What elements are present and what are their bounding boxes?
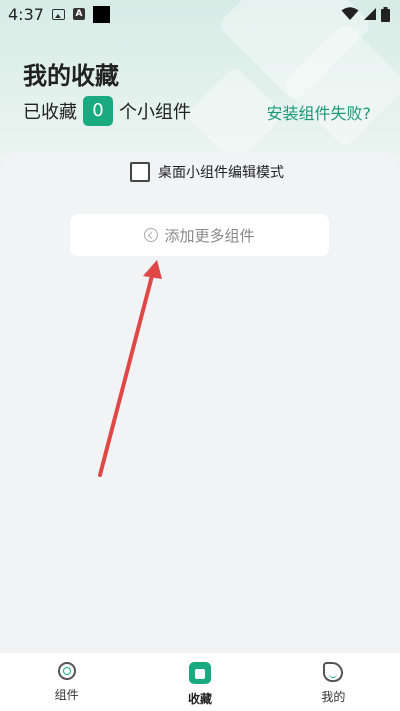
count-badge: 0 xyxy=(83,96,113,126)
count-suffix: 个小组件 xyxy=(119,102,191,123)
a-icon: A xyxy=(72,8,85,20)
nav-item-profile[interactable]: 我的 xyxy=(267,653,400,711)
favorites-icon xyxy=(188,662,211,684)
profile-icon xyxy=(323,662,344,682)
bottom-nav: 组件 收藏 我的 xyxy=(0,653,400,711)
install-failed-link[interactable]: 安装组件失败? xyxy=(267,100,372,124)
favorites-panel: 桌面小组件编辑模式 添加更多组件 xyxy=(0,152,400,653)
status-bar: 4:37 A xyxy=(0,0,400,28)
nav-item-favorites[interactable]: 收藏 xyxy=(133,653,266,711)
status-time: 4:37 xyxy=(8,4,44,24)
add-more-widgets-label: 添加更多组件 xyxy=(164,226,255,245)
nav-label-favorites: 收藏 xyxy=(187,692,212,706)
black-square-icon xyxy=(92,5,110,23)
edit-mode-toggle[interactable]: 桌面小组件编辑模式 xyxy=(130,162,284,182)
battery-icon xyxy=(381,6,390,22)
edit-mode-checkbox[interactable] xyxy=(130,162,150,182)
widget-icon xyxy=(57,662,76,680)
edit-mode-label: 桌面小组件编辑模式 xyxy=(158,165,284,181)
count-prefix: 已收藏 xyxy=(23,102,77,123)
nav-item-widgets[interactable]: 组件 xyxy=(0,653,133,711)
add-more-widgets-button[interactable]: 添加更多组件 xyxy=(70,214,329,256)
favorites-count-row: 已收藏 0 个小组件 xyxy=(23,96,191,126)
image-icon xyxy=(51,8,65,20)
wifi-icon xyxy=(341,7,359,20)
arrow-left-circle-icon xyxy=(144,228,159,242)
nav-label-widgets: 组件 xyxy=(54,688,79,702)
nav-label-profile: 我的 xyxy=(321,690,346,704)
page-title: 我的收藏 xyxy=(23,62,119,90)
signal-icon xyxy=(364,8,376,20)
